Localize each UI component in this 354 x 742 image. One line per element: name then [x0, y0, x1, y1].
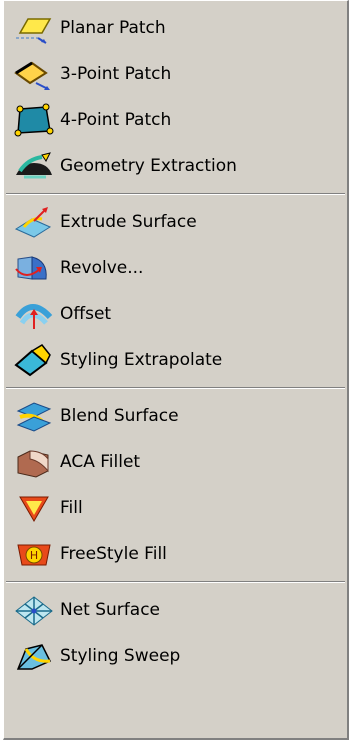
- menu-item-label: Geometry Extraction: [60, 156, 237, 176]
- four-point-patch-icon: [10, 100, 58, 140]
- menu-item-label: Net Surface: [60, 600, 161, 620]
- freestyle-fill-icon: H: [10, 534, 58, 574]
- menu-item-label: ACA Fillet: [60, 452, 141, 472]
- menu-item-styling-sweep[interactable]: Styling Sweep: [4, 633, 347, 679]
- menu-item-planar-patch[interactable]: Planar Patch: [4, 5, 347, 51]
- menu-item-geometry-extraction[interactable]: Geometry Extraction: [4, 143, 347, 189]
- styling-extrapolate-icon: [10, 340, 58, 380]
- menu-item-styling-extrapolate[interactable]: Styling Extrapolate: [4, 337, 347, 383]
- menu-separator: [6, 581, 345, 583]
- menu-separator: [6, 193, 345, 195]
- menu-item-extrude-surface[interactable]: Extrude Surface: [4, 199, 347, 245]
- menu-item-label: Planar Patch: [60, 18, 166, 38]
- aca-fillet-icon: [10, 442, 58, 482]
- menu-item-label: Extrude Surface: [60, 212, 197, 232]
- three-point-patch-icon: [10, 54, 58, 94]
- menu-item-label: Offset: [60, 304, 112, 324]
- menu-separator: [6, 387, 345, 389]
- menu-item-aca-fillet[interactable]: ACA Fillet: [4, 439, 347, 485]
- geometry-extraction-icon: [10, 146, 58, 186]
- planar-patch-icon: [10, 8, 58, 48]
- menu-group-surfaces: Extrude Surface Revolve... Offset Stylin…: [4, 199, 347, 383]
- menu-item-label: Revolve...: [60, 258, 144, 278]
- menu-item-fill[interactable]: Fill: [4, 485, 347, 531]
- blend-surface-icon: [10, 396, 58, 436]
- offset-icon: [10, 294, 58, 334]
- menu-item-label: FreeStyle Fill: [60, 544, 167, 564]
- menu-item-3-point-patch[interactable]: 3-Point Patch: [4, 51, 347, 97]
- extrude-surface-icon: [10, 202, 58, 242]
- menu-item-4-point-patch[interactable]: 4-Point Patch: [4, 97, 347, 143]
- styling-sweep-icon: [10, 636, 58, 676]
- menu-group-net: Net Surface Styling Sweep: [4, 587, 347, 679]
- revolve-icon: [10, 248, 58, 288]
- menu-group-blends: Blend Surface ACA Fillet Fill H FreeStyl…: [4, 393, 347, 577]
- menu-item-label: 4-Point Patch: [60, 110, 172, 130]
- surfaces-dropdown-menu: Planar Patch 3-Point Patch 4-Point Patch…: [3, 0, 349, 740]
- fill-icon: [10, 488, 58, 528]
- net-surface-icon: [10, 590, 58, 630]
- menu-item-label: Blend Surface: [60, 406, 179, 426]
- menu-item-blend-surface[interactable]: Blend Surface: [4, 393, 347, 439]
- menu-item-revolve[interactable]: Revolve...: [4, 245, 347, 291]
- menu-item-label: 3-Point Patch: [60, 64, 172, 84]
- menu-item-label: Fill: [60, 498, 83, 518]
- menu-item-label: Styling Extrapolate: [60, 350, 223, 370]
- menu-item-net-surface[interactable]: Net Surface: [4, 587, 347, 633]
- menu-group-patches: Planar Patch 3-Point Patch 4-Point Patch…: [4, 1, 347, 189]
- menu-item-freestyle-fill[interactable]: H FreeStyle Fill: [4, 531, 347, 577]
- svg-text:H: H: [30, 549, 38, 562]
- menu-item-offset[interactable]: Offset: [4, 291, 347, 337]
- menu-item-label: Styling Sweep: [60, 646, 181, 666]
